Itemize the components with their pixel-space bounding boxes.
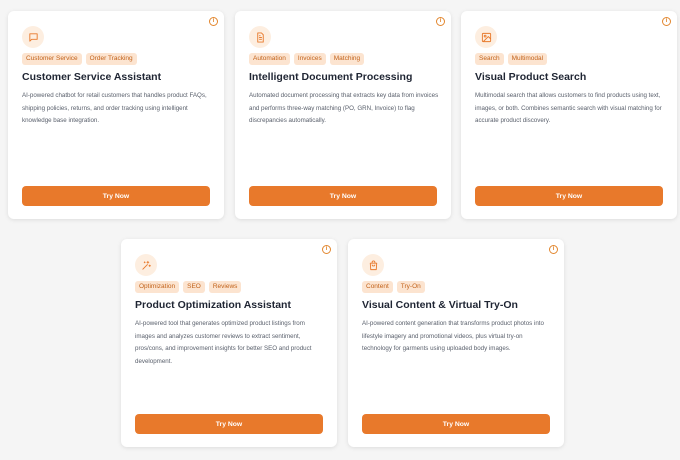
document-icon	[249, 26, 271, 48]
info-icon[interactable]: i	[322, 245, 331, 254]
try-now-button[interactable]: Try Now	[362, 414, 550, 434]
tag: Content	[362, 281, 393, 293]
tag: Invoices	[293, 53, 326, 65]
card-description: AI-powered chatbot for retail customers …	[22, 92, 207, 124]
card-visual-product-search: i Search Multimodal Visual Product Searc…	[461, 11, 677, 219]
info-icon[interactable]: i	[549, 245, 558, 254]
card-customer-service-assistant: i Customer Service Order Tracking Custom…	[8, 11, 224, 219]
chat-icon	[22, 26, 44, 48]
tag: Try-On	[396, 281, 425, 293]
tag: Reviews	[208, 281, 242, 293]
card-description: Multimodal search that allows customers …	[475, 92, 662, 124]
card-description: AI-powered content generation that trans…	[362, 320, 544, 352]
tag: Search	[475, 53, 504, 65]
card-title: Customer Service Assistant	[22, 71, 162, 83]
card-visual-content-virtual-try-on: i Content Try-On Visual Content & Virtua…	[348, 239, 564, 447]
shopping-bag-icon	[362, 254, 384, 276]
tag: Order Tracking	[85, 53, 137, 65]
card-title: Visual Product Search	[475, 71, 587, 83]
card-title: Product Optimization Assistant	[135, 299, 291, 311]
card-title: Visual Content & Virtual Try-On	[362, 299, 518, 311]
tag: Multimodal	[507, 53, 548, 65]
card-intelligent-document-processing: i Automation Invoices Matching Intellige…	[235, 11, 451, 219]
info-icon[interactable]: i	[209, 17, 218, 26]
tag-list: Search Multimodal	[475, 53, 548, 65]
info-icon[interactable]: i	[436, 17, 445, 26]
info-icon[interactable]: i	[662, 17, 671, 26]
tag-list: Automation Invoices Matching	[249, 53, 365, 65]
tag: Customer Service	[22, 53, 82, 65]
image-icon	[475, 26, 497, 48]
tag-list: Content Try-On	[362, 281, 425, 293]
tag-list: Customer Service Order Tracking	[22, 53, 137, 65]
tag: Optimization	[135, 281, 180, 293]
card-description: AI-powered tool that generates optimized…	[135, 320, 312, 365]
tag: SEO	[183, 281, 205, 293]
card-description: Automated document processing that extra…	[249, 92, 439, 124]
try-now-button[interactable]: Try Now	[135, 414, 323, 434]
card-title: Intelligent Document Processing	[249, 71, 413, 83]
tag: Automation	[249, 53, 290, 65]
sparkles-icon	[135, 254, 157, 276]
try-now-button[interactable]: Try Now	[249, 186, 437, 206]
tag-list: Optimization SEO Reviews	[135, 281, 242, 293]
try-now-button[interactable]: Try Now	[475, 186, 663, 206]
tag: Matching	[329, 53, 365, 65]
try-now-button[interactable]: Try Now	[22, 186, 210, 206]
card-product-optimization-assistant: i Optimization SEO Reviews Product Optim…	[121, 239, 337, 447]
